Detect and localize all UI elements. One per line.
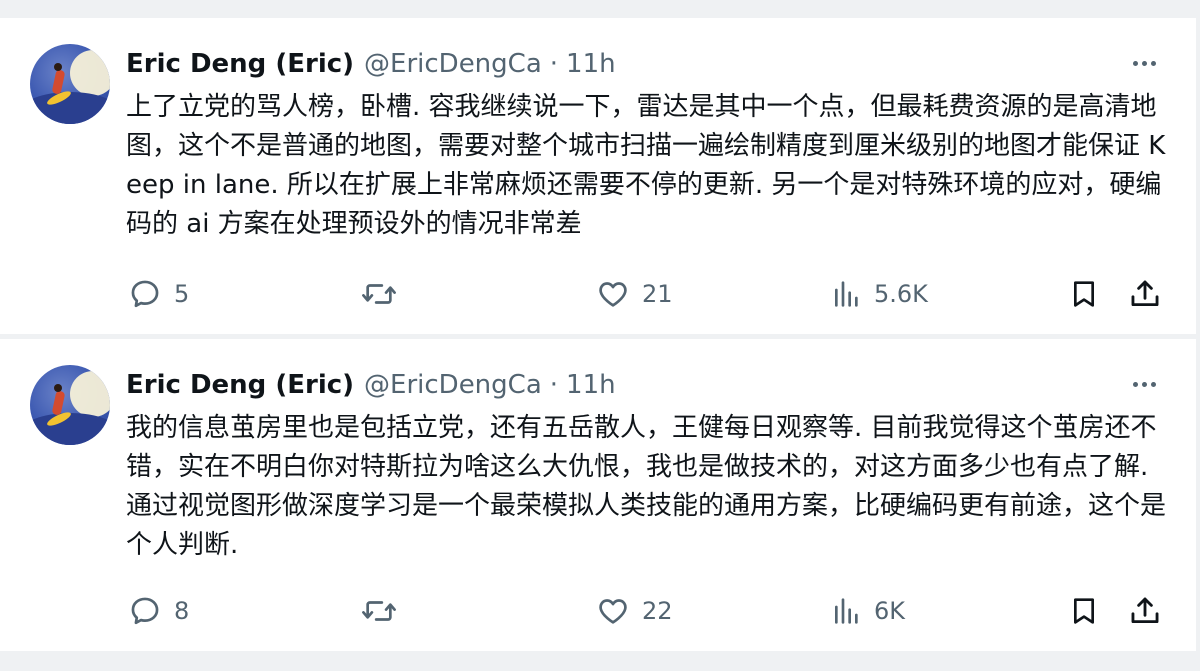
- views-chart-icon: [835, 598, 858, 624]
- reply-count: 5: [174, 280, 190, 308]
- like-button[interactable]: 21: [596, 274, 673, 314]
- reply-button[interactable]: 5: [128, 274, 189, 314]
- avatar-moon-shape: [70, 50, 110, 96]
- tweet-text: 我的信息茧房里也是包括立党，还有五岳散人，王健每日观察等. 目前我觉得这个茧房还…: [126, 413, 1167, 560]
- tweet[interactable]: Eric Deng (Eric) @EricDengCa · 11h 我的信息茧…: [0, 339, 1196, 651]
- share-icon: [1131, 597, 1159, 624]
- repost-icon: [362, 284, 396, 304]
- reply-icon: [131, 280, 159, 308]
- tweet-timestamp[interactable]: 11h: [566, 49, 616, 79]
- more-horizontal-icon[interactable]: [1126, 48, 1162, 78]
- views-button[interactable]: 6K: [832, 591, 905, 631]
- header-separator: ·: [549, 49, 559, 79]
- author-handle[interactable]: @EricDengCa: [364, 49, 542, 79]
- bookmark-button[interactable]: [1068, 591, 1100, 631]
- reply-icon: [131, 597, 159, 625]
- author-handle[interactable]: @EricDengCa: [364, 370, 542, 400]
- avatar[interactable]: [30, 44, 110, 124]
- share-button[interactable]: [1128, 591, 1162, 631]
- bookmark-button[interactable]: [1068, 274, 1100, 314]
- share-button[interactable]: [1128, 274, 1162, 314]
- like-button[interactable]: 22: [596, 591, 673, 631]
- bookmark-icon: [1074, 598, 1094, 624]
- like-count: 21: [642, 280, 673, 308]
- header-separator: ·: [549, 370, 559, 400]
- tweet-timestamp[interactable]: 11h: [566, 370, 616, 400]
- views-count: 6K: [874, 597, 906, 625]
- tweet-header: Eric Deng (Eric) @EricDengCa · 11h: [126, 46, 616, 82]
- avatar-head-shape: [54, 384, 62, 392]
- tweet[interactable]: Eric Deng (Eric) @EricDengCa · 11h 上了立党的…: [0, 18, 1196, 334]
- avatar[interactable]: [30, 365, 110, 445]
- avatar-wave-shape: [30, 92, 110, 124]
- tweet-actions: 8 22 6K: [0, 591, 1196, 631]
- heart-icon: [599, 599, 627, 624]
- heart-icon: [599, 282, 627, 307]
- share-icon: [1131, 280, 1159, 307]
- avatar-head-shape: [54, 63, 62, 71]
- more-horizontal-icon[interactable]: [1126, 369, 1162, 399]
- reply-count: 8: [174, 597, 190, 625]
- author-name[interactable]: Eric Deng (Eric): [126, 370, 354, 400]
- views-count: 5.6K: [874, 280, 928, 308]
- reply-button[interactable]: 8: [128, 591, 189, 631]
- tweet-feed: Eric Deng (Eric) @EricDengCa · 11h 上了立党的…: [0, 0, 1200, 671]
- tweet-text: 上了立党的骂人榜，卧槽. 容我继续说一下，雷达是其中一个点，但最耗费资源的是高清…: [126, 92, 1166, 239]
- avatar-moon-shape: [70, 371, 110, 417]
- avatar-wave-shape: [30, 413, 110, 445]
- repost-button[interactable]: [360, 274, 410, 314]
- like-count: 22: [642, 597, 673, 625]
- views-button[interactable]: 5.6K: [832, 274, 928, 314]
- views-chart-icon: [835, 281, 858, 307]
- tweet-header: Eric Deng (Eric) @EricDengCa · 11h: [126, 367, 616, 403]
- tweet-actions: 5 21 5.6K: [0, 274, 1196, 314]
- bookmark-icon: [1074, 281, 1094, 307]
- author-name[interactable]: Eric Deng (Eric): [126, 49, 354, 79]
- repost-button[interactable]: [360, 591, 410, 631]
- repost-icon: [362, 601, 396, 621]
